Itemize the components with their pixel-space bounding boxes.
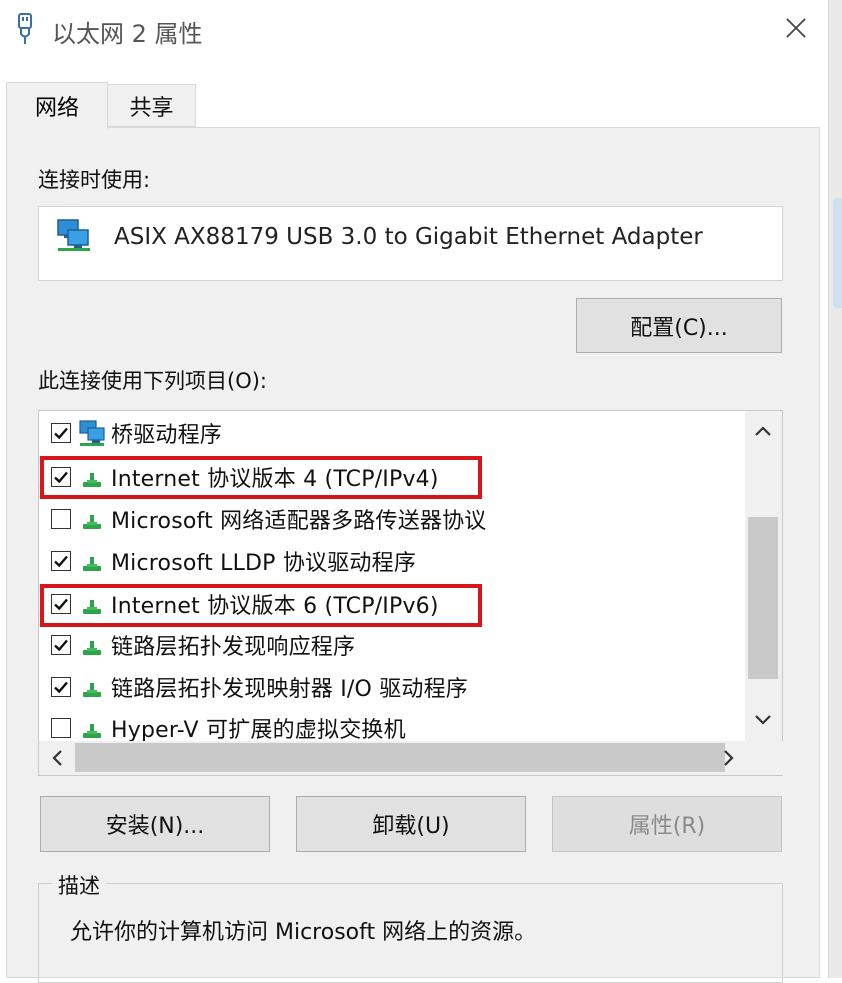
close-icon <box>786 18 806 38</box>
checkbox-checked[interactable] <box>51 635 71 655</box>
checkbox-checked[interactable] <box>51 677 71 697</box>
scroll-right-button[interactable] <box>714 742 744 774</box>
scroll-up-button[interactable] <box>748 416 778 446</box>
tab-share[interactable]: 共享 <box>108 84 196 127</box>
horizontal-scroll-thumb[interactable] <box>75 743 725 772</box>
window-title: 以太网 2 属性 <box>52 20 203 48</box>
network-adapter-icon <box>14 12 36 46</box>
protocol-icon <box>77 590 107 618</box>
properties-button[interactable]: 属性(R) <box>552 796 782 852</box>
background-window-edge <box>828 0 842 978</box>
checkbox-checked[interactable] <box>51 551 71 571</box>
checkbox-unchecked[interactable] <box>51 718 71 738</box>
checkbox-checked[interactable] <box>51 594 71 614</box>
scroll-left-button[interactable] <box>42 742 72 774</box>
protocol-icon <box>77 547 107 575</box>
list-item-label: Microsoft 网络适配器多路传送器协议 <box>111 509 487 534</box>
scroll-down-button[interactable] <box>748 705 778 735</box>
description-text: 允许你的计算机访问 Microsoft 网络上的资源。 <box>70 920 537 945</box>
uninstall-button[interactable]: 卸载(U) <box>296 796 526 852</box>
chevron-up-icon <box>755 426 771 436</box>
protocol-icon <box>77 463 107 491</box>
list-item-label: 链路层拓扑发现映射器 I/O 驱动程序 <box>111 677 469 702</box>
adapter-name: ASIX AX88179 USB 3.0 to Gigabit Ethernet… <box>114 224 703 250</box>
chevron-right-icon <box>724 750 734 766</box>
tab-network-label: 网络 <box>34 96 79 121</box>
tab-network[interactable]: 网络 <box>6 82 108 129</box>
list-item[interactable]: Microsoft LLDP 协议驱动程序 <box>51 541 751 581</box>
connect-using-label: 连接时使用: <box>38 168 151 192</box>
description-title: 描述 <box>52 870 106 900</box>
checkbox-checked[interactable] <box>51 467 71 487</box>
protocol-icon <box>77 673 107 701</box>
close-button[interactable] <box>772 6 820 50</box>
vertical-scroll-thumb[interactable] <box>748 517 778 679</box>
tab-share-label: 共享 <box>129 95 174 121</box>
protocol-icon <box>77 714 107 742</box>
install-button[interactable]: 安装(N)... <box>40 796 270 852</box>
list-item-label: Microsoft LLDP 协议驱动程序 <box>111 551 417 576</box>
components-list[interactable]: 桥驱动程序 Internet 协议版本 4 (TCP/IPv4) Microsoft… <box>38 410 783 776</box>
list-item[interactable]: 链路层拓扑发现映射器 I/O 驱动程序 <box>51 667 751 707</box>
checkbox-unchecked[interactable] <box>51 509 71 529</box>
chevron-down-icon <box>755 715 771 725</box>
list-item[interactable]: Microsoft 网络适配器多路传送器协议 <box>51 499 751 539</box>
list-item-label: 链路层拓扑发现响应程序 <box>111 635 356 660</box>
list-item-label: 桥驱动程序 <box>111 423 223 448</box>
items-list-label: 此连接使用下列项目(O): <box>38 369 267 393</box>
bridge-monitor-icon <box>77 419 107 447</box>
list-item[interactable]: Internet 协议版本 4 (TCP/IPv4) <box>51 457 751 497</box>
background-window-scroll <box>833 198 842 308</box>
list-item[interactable]: 桥驱动程序 <box>51 413 751 453</box>
protocol-icon <box>77 631 107 659</box>
list-item[interactable]: 链路层拓扑发现响应程序 <box>51 625 751 665</box>
protocol-icon <box>77 505 107 533</box>
checkbox-checked[interactable] <box>51 423 71 443</box>
list-item[interactable]: Internet 协议版本 6 (TCP/IPv6) <box>51 584 751 624</box>
chevron-left-icon <box>52 750 62 766</box>
network-monitor-icon <box>56 218 92 252</box>
list-item-label: Internet 协议版本 6 (TCP/IPv6) <box>111 594 439 619</box>
configure-button[interactable]: 配置(C)... <box>576 298 782 353</box>
list-item-label: Hyper-V 可扩展的虚拟交换机 <box>111 718 406 743</box>
list-item-label: Internet 协议版本 4 (TCP/IPv4) <box>111 467 439 492</box>
